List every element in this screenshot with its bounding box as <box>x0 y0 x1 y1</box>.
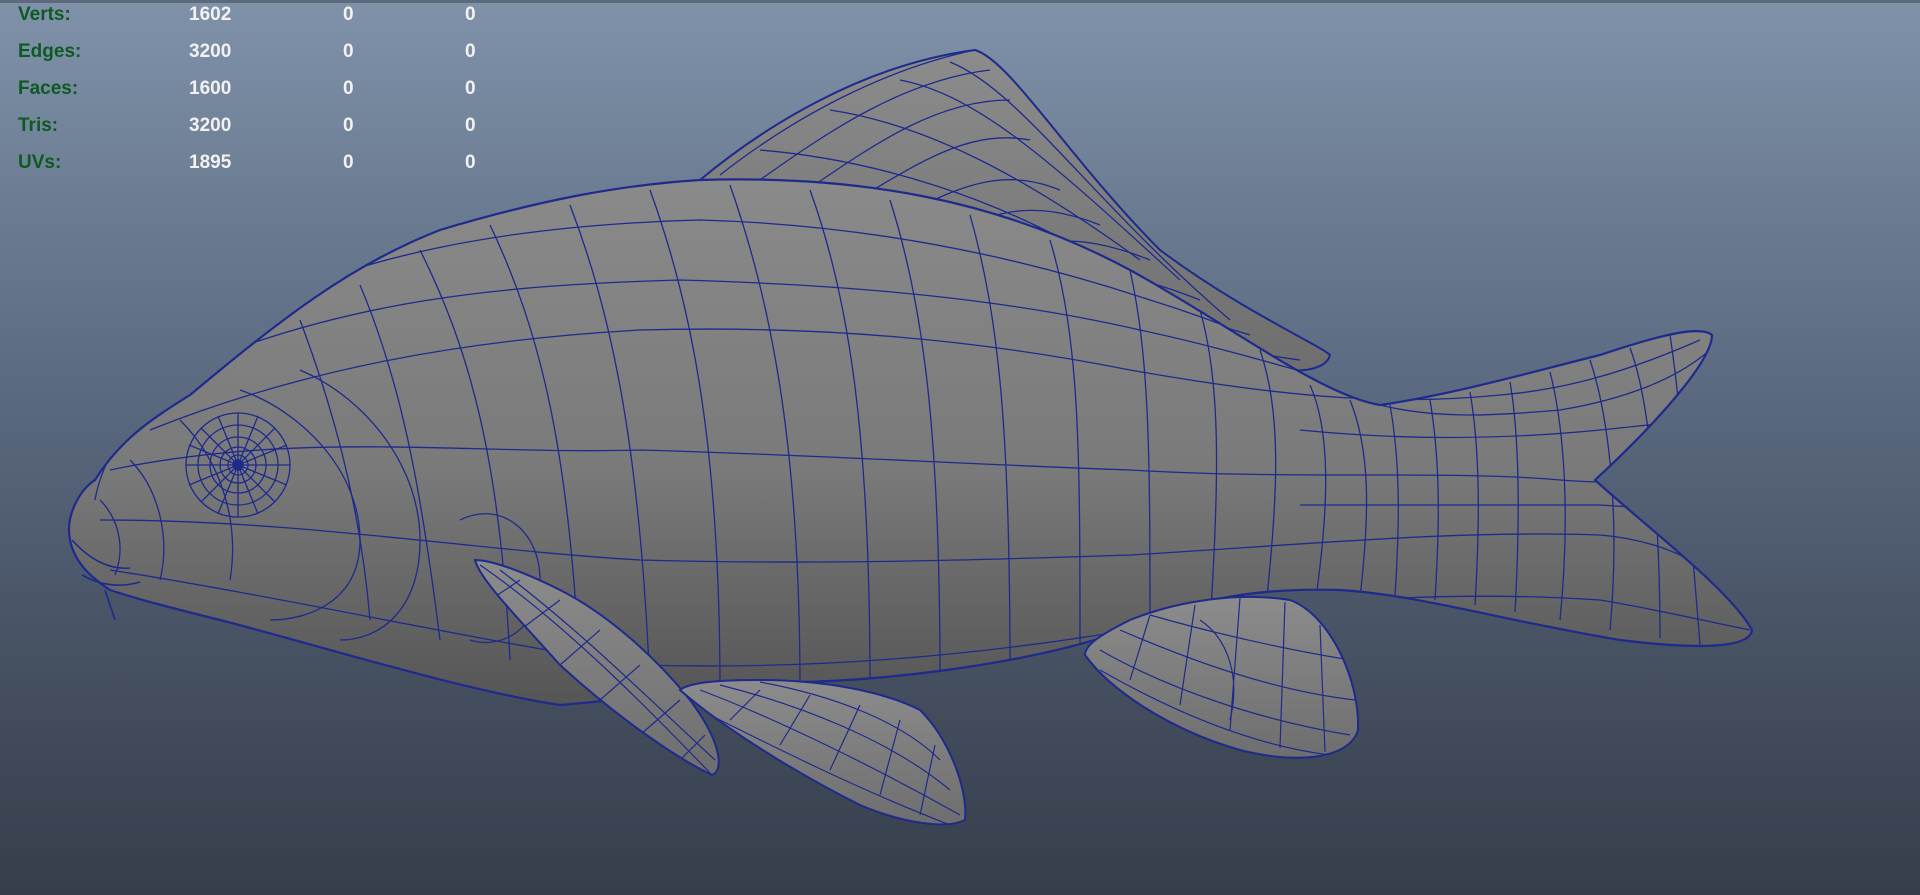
hud-label: Edges: <box>18 41 82 62</box>
hud-row-edges: Edges: 3200 0 0 <box>0 37 520 67</box>
hud-value-object: 1895 <box>189 152 232 173</box>
hud-row-uvs: UVs: 1895 0 0 <box>0 148 520 178</box>
anal-fin <box>1083 595 1360 759</box>
hud-value-object: 3200 <box>189 41 232 62</box>
hud-label: UVs: <box>18 152 62 173</box>
hud-value-selected: 0 <box>343 4 354 25</box>
pelvic-fin <box>678 678 967 826</box>
hud-value-extra: 0 <box>465 152 476 173</box>
eye-mesh <box>185 412 291 518</box>
hud-value-extra: 0 <box>465 78 476 99</box>
hud-value-extra: 0 <box>465 115 476 136</box>
3d-viewport[interactable]: Verts: 1602 0 0 Edges: 3200 0 0 Faces: 1… <box>0 0 1920 895</box>
hud-value-object: 3200 <box>189 115 232 136</box>
hud-row-tris: Tris: 3200 0 0 <box>0 111 520 141</box>
poly-count-hud: Verts: 1602 0 0 Edges: 3200 0 0 Faces: 1… <box>0 0 520 190</box>
hud-value-selected: 0 <box>343 152 354 173</box>
hud-value-extra: 0 <box>465 4 476 25</box>
fish-body <box>67 178 1754 707</box>
hud-row-verts: Verts: 1602 0 0 <box>0 0 520 30</box>
hud-label: Verts: <box>18 4 71 25</box>
hud-value-object: 1602 <box>189 4 232 25</box>
hud-label: Faces: <box>18 78 79 99</box>
hud-row-faces: Faces: 1600 0 0 <box>0 74 520 104</box>
hud-value-selected: 0 <box>343 78 354 99</box>
hud-value-selected: 0 <box>343 115 354 136</box>
hud-value-extra: 0 <box>465 41 476 62</box>
hud-value-object: 1600 <box>189 78 232 99</box>
hud-value-selected: 0 <box>343 41 354 62</box>
hud-label: Tris: <box>18 115 59 136</box>
